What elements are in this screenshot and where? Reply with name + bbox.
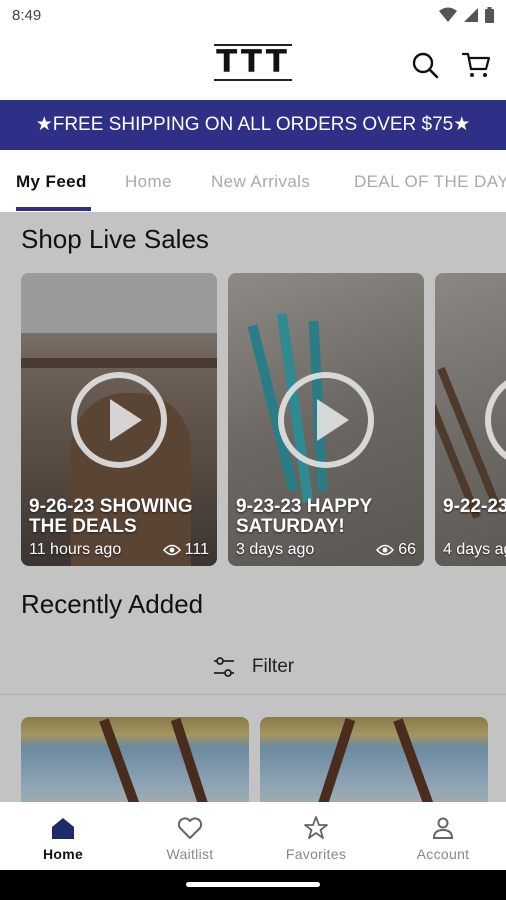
recently-added-title: Recently Added xyxy=(21,589,204,619)
feed-tabs: My Feed Home New Arrivals DEAL OF THE DA… xyxy=(0,150,506,212)
nav-account-label: Account xyxy=(416,846,470,862)
product-image-strap xyxy=(314,717,356,802)
star-icon xyxy=(304,816,328,839)
store-logo[interactable]: TTT xyxy=(214,44,292,81)
video-title: 9-26-23 SHOWING THE DEALS xyxy=(29,496,193,537)
free-shipping-banner: ★FREE SHIPPING ON ALL ORDERS OVER $75★ xyxy=(0,100,506,150)
eye-icon xyxy=(376,544,395,556)
product-image-strap xyxy=(393,718,437,802)
video-meta: 3 days ago 66 xyxy=(236,541,416,559)
view-count-value: 111 xyxy=(184,541,209,558)
filter-button[interactable]: Filter xyxy=(0,648,506,686)
tab-deal-of-the-day[interactable]: DEAL OF THE DAY xyxy=(354,172,506,192)
nav-waitlist-label: Waitlist xyxy=(166,846,214,862)
heart-icon xyxy=(177,817,203,839)
app-header: TTT xyxy=(0,32,506,100)
product-card[interactable] xyxy=(260,717,488,802)
video-age: 3 days ago xyxy=(236,541,315,558)
nav-favorites-label: Favorites xyxy=(285,846,347,862)
divider xyxy=(0,694,506,695)
tab-home[interactable]: Home xyxy=(125,172,172,192)
sliders-icon xyxy=(213,657,234,677)
system-gesture-bar xyxy=(0,870,506,900)
bottom-navigation: Home Waitlist Favorites Account xyxy=(0,802,506,870)
view-count: 66 xyxy=(376,541,416,559)
live-sale-card[interactable]: 9-22-23 QUICK 4 days ago xyxy=(435,273,506,566)
live-sale-card[interactable]: 9-26-23 SHOWING THE DEALS 11 hours ago 1… xyxy=(21,273,217,566)
video-age: 4 days ago xyxy=(443,541,506,558)
product-image-strap xyxy=(170,717,212,802)
status-time: 8:49 xyxy=(12,7,42,24)
tab-new-arrivals[interactable]: New Arrivals xyxy=(211,172,310,192)
nav-home[interactable]: Home xyxy=(0,814,126,862)
video-thumbnail-shelf xyxy=(21,358,217,368)
nav-waitlist[interactable]: Waitlist xyxy=(127,814,253,862)
nav-favorites[interactable]: Favorites xyxy=(253,814,379,862)
filter-label: Filter xyxy=(251,656,295,677)
product-card[interactable] xyxy=(21,717,249,802)
cart-icon[interactable] xyxy=(461,50,491,80)
active-tab-indicator xyxy=(16,207,91,211)
play-icon[interactable] xyxy=(278,372,374,468)
video-title: 9-23-23 HAPPY SATURDAY! xyxy=(236,496,372,537)
play-icon[interactable] xyxy=(485,372,506,468)
battery-icon xyxy=(485,7,494,23)
home-icon xyxy=(52,818,74,839)
search-icon[interactable] xyxy=(410,50,440,80)
product-image-strap xyxy=(99,718,143,802)
status-icons xyxy=(439,7,494,23)
tab-my-feed[interactable]: My Feed xyxy=(16,172,87,192)
view-count: 111 xyxy=(162,541,209,559)
video-thumbnail-wall xyxy=(21,273,217,333)
home-gesture-handle[interactable] xyxy=(186,882,320,887)
person-icon xyxy=(432,817,454,839)
signal-icon xyxy=(464,8,478,22)
play-icon[interactable] xyxy=(71,372,167,468)
wifi-icon xyxy=(439,7,457,22)
view-count-value: 66 xyxy=(398,541,416,558)
live-sales-title: Shop Live Sales xyxy=(21,224,209,254)
status-bar: 8:49 xyxy=(0,0,506,32)
video-meta: 11 hours ago 111 xyxy=(29,541,209,559)
video-meta: 4 days ago xyxy=(443,541,506,559)
feed-content: Shop Live Sales 9-26-23 SHOWING THE DEAL… xyxy=(0,212,506,802)
eye-icon xyxy=(162,544,181,556)
live-sale-card[interactable]: 9-23-23 HAPPY SATURDAY! 3 days ago 66 xyxy=(228,273,424,566)
nav-account[interactable]: Account xyxy=(380,814,506,862)
video-title: 9-22-23 QUICK xyxy=(443,496,506,517)
nav-home-label: Home xyxy=(42,846,84,862)
video-age: 11 hours ago xyxy=(29,541,122,558)
